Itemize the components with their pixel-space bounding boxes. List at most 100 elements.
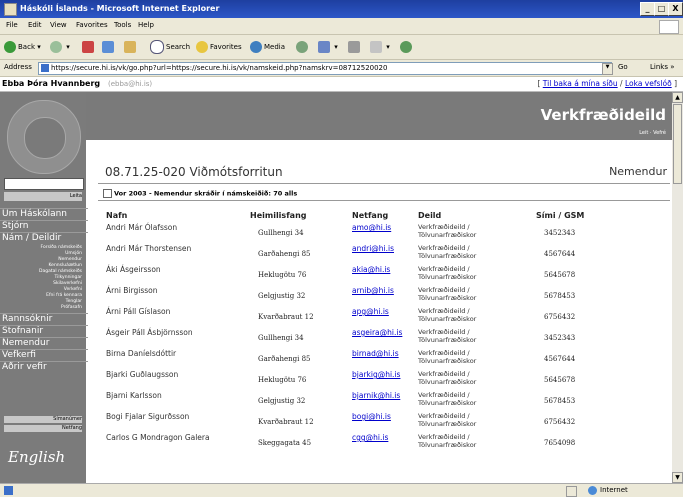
cell-name: Áki Ásgeirsson (106, 265, 161, 274)
scroll-down-icon[interactable]: ▼ (672, 472, 683, 483)
nav-stofnanir[interactable]: Stofnanir (0, 325, 88, 337)
col-header-name: Nafn (106, 211, 128, 220)
media-icon (250, 41, 262, 53)
english-link[interactable]: English (8, 448, 65, 466)
nav-nemendur[interactable]: Nemendur (0, 337, 88, 349)
sub-forsida[interactable]: Forsíða námskeiðs (0, 245, 82, 250)
email-lookup-button[interactable]: Netfang (4, 425, 82, 432)
home-button[interactable] (124, 40, 138, 54)
close-web-link[interactable]: Loka vefslóð (625, 79, 672, 88)
menu-view[interactable]: View (50, 21, 67, 29)
sub-skilaverkefni[interactable]: Skilaverkefni (0, 281, 82, 286)
cell-department-sub: Tölvunarfræðiskor (418, 336, 477, 344)
nav-vefkerfi[interactable]: Vefkerfi (0, 349, 88, 361)
page-role-title: Nemendur (609, 165, 667, 178)
stop-button[interactable] (82, 40, 96, 54)
cell-email[interactable]: cgg@hi.is (352, 433, 388, 442)
menu-file[interactable]: File (6, 21, 18, 29)
phone-numbers-button[interactable]: Símanúmer (4, 416, 82, 423)
window-titlebar[interactable]: Háskóli Íslands - Microsoft Internet Exp… (0, 0, 683, 18)
sidebar-search-button[interactable]: Leita (4, 192, 82, 201)
nav-rannsoknir[interactable]: Rannsóknir (0, 313, 88, 325)
mail-icon (318, 41, 330, 53)
cell-email[interactable]: amo@hi.is (352, 223, 391, 232)
print-icon (348, 41, 360, 53)
sidebar-search-input[interactable] (4, 178, 84, 190)
cell-phone: 5678453 (544, 292, 576, 300)
cell-phone: 3452343 (544, 229, 576, 237)
cell-email[interactable]: bjarnik@hi.is (352, 391, 400, 400)
cell-department-sub: Tölvunarfræðiskor (418, 252, 477, 260)
stop-icon (82, 41, 94, 53)
cell-department: Verkfræðideild / (418, 391, 470, 399)
address-input[interactable]: https://secure.hi.is/vk/go.php?url=https… (38, 62, 612, 75)
cell-name: Árni Páll Gíslason (106, 307, 171, 316)
cell-email[interactable]: asgeira@hi.is (352, 328, 402, 337)
cell-email[interactable]: bogi@hi.is (352, 412, 391, 421)
nav-um-haskolann[interactable]: Um Háskólann (0, 208, 88, 220)
menu-help[interactable]: Help (138, 21, 154, 29)
sub-tenglar[interactable]: Tenglar (0, 299, 82, 304)
university-seal-logo (7, 100, 81, 174)
menu-bar: File Edit View Favorites Tools Help (0, 18, 683, 35)
address-dropdown-chevron-icon[interactable]: ▼ (602, 63, 613, 75)
cell-department: Verkfræðideild / (418, 286, 470, 294)
media-button[interactable]: Media (250, 40, 285, 54)
cell-address: Heklugötu 76 (258, 271, 307, 279)
sub-nemendur[interactable]: Nemendur (0, 257, 82, 262)
cell-address: Gelgjustig 32 (258, 397, 306, 405)
sub-verkefni[interactable]: Verkefni (0, 287, 82, 292)
cell-name: Carlos G Mondragon Galera (106, 433, 210, 442)
refresh-button[interactable] (102, 40, 116, 54)
menu-edit[interactable]: Edit (28, 21, 42, 29)
back-arrow-icon (4, 41, 16, 53)
back-to-my-page-link[interactable]: Til baka á mína síðu (543, 79, 618, 88)
banner-links[interactable]: Leit · Vefré (639, 130, 666, 136)
links-button[interactable]: Links » (650, 63, 675, 71)
cell-department-sub: Tölvunarfræðiskor (418, 357, 477, 365)
scroll-thumb[interactable] (673, 104, 682, 184)
cell-email[interactable]: bjarkig@hi.is (352, 370, 400, 379)
favorites-button[interactable]: Favorites (196, 40, 242, 54)
history-button[interactable] (296, 40, 310, 54)
cell-address: Skeggagata 45 (258, 439, 312, 447)
print-button[interactable] (348, 40, 362, 54)
sub-profasafn[interactable]: Prófasafn (0, 305, 82, 310)
bracket-open: [ (537, 79, 541, 88)
sub-tilkynningar[interactable]: Tilkynningar (0, 275, 83, 280)
cell-email[interactable]: arnib@hi.is (352, 286, 394, 295)
cell-department: Verkfræðideild / (418, 433, 470, 441)
edit-button[interactable]: ▾ (370, 40, 390, 54)
menu-favorites[interactable]: Favorites (76, 21, 108, 29)
sub-kennsluaaetlun[interactable]: Kennsluáætlun (0, 263, 82, 268)
cell-email[interactable]: akia@hi.is (352, 265, 390, 274)
back-button[interactable]: Back ▾ (4, 40, 41, 54)
cell-email[interactable]: birnad@hi.is (352, 349, 399, 358)
menu-tools[interactable]: Tools (114, 21, 131, 29)
sub-dagatal[interactable]: Dagatal námskeiðs (0, 269, 82, 274)
edit-icon (370, 41, 382, 53)
close-button[interactable]: X (668, 2, 683, 16)
sub-umsjon[interactable]: Umsjón (0, 251, 82, 256)
cell-email[interactable]: andri@hi.is (352, 244, 394, 253)
mail-button[interactable]: ▾ (318, 40, 338, 54)
messenger-button[interactable] (400, 40, 414, 54)
ie-app-icon (4, 3, 17, 16)
nav-adrir-vefir[interactable]: Aðrir vefir (0, 361, 88, 373)
sub-efni[interactable]: Efni frá kennara (0, 293, 82, 298)
minimize-button[interactable]: _ (640, 2, 655, 16)
cell-email[interactable]: apg@hi.is (352, 307, 389, 316)
page-scrollbar[interactable]: ▲ ▼ (672, 92, 683, 483)
favorites-label: Favorites (210, 43, 242, 51)
forward-button[interactable]: ▾ (50, 40, 70, 54)
nav-nam-deildir[interactable]: Nám / Deildir (0, 232, 88, 244)
maximize-button[interactable]: □ (654, 2, 669, 16)
search-button[interactable]: Search (150, 40, 190, 54)
go-button[interactable]: Go (618, 63, 628, 71)
scroll-up-icon[interactable]: ▲ (672, 92, 683, 103)
cell-address: Gelgjustig 32 (258, 292, 306, 300)
cell-department-sub: Tölvunarfræðiskor (418, 231, 477, 239)
page-icon (41, 64, 49, 72)
nav-stjorn[interactable]: Stjórn (0, 220, 88, 232)
zone-label: Internet (600, 486, 628, 494)
